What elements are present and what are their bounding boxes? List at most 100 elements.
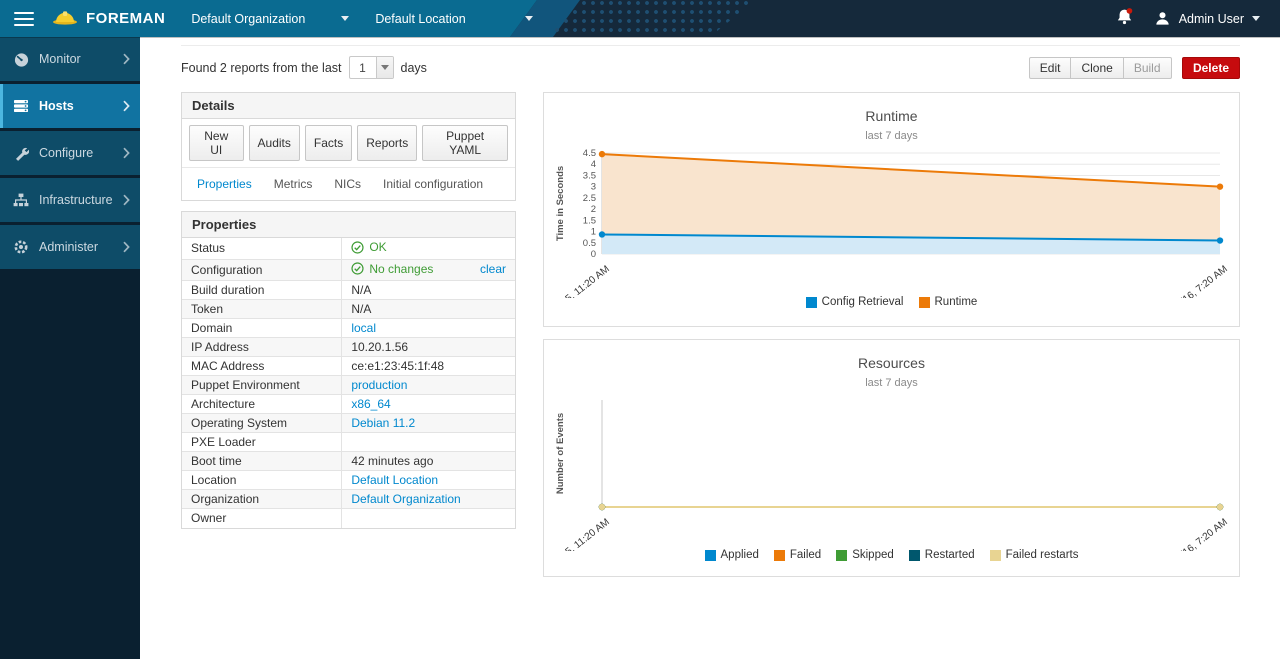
property-label: Puppet Environment <box>182 376 342 395</box>
legend-item-runtime[interactable]: Runtime <box>919 296 978 308</box>
legend-label: Restarted <box>925 549 975 561</box>
wrench-icon <box>13 146 30 161</box>
property-value-link[interactable]: local <box>351 321 376 335</box>
property-label: Domain <box>182 319 342 338</box>
property-row: Boot time42 minutes ago <box>182 452 515 471</box>
status-text: OK <box>369 240 386 254</box>
property-value-link[interactable]: Debian 11.2 <box>351 416 415 430</box>
properties-panel-title: Properties <box>182 212 515 238</box>
days-select[interactable]: 1 <box>349 56 394 79</box>
check-circle-icon <box>351 262 364 275</box>
property-value: Default Location <box>342 471 515 490</box>
details-button-puppet-yaml[interactable]: Puppet YAML <box>422 125 508 161</box>
property-row: IP Address10.20.1.56 <box>182 338 515 357</box>
legend-swatch <box>919 297 930 308</box>
property-value-link[interactable]: production <box>351 378 407 392</box>
property-row: Operating System Debian 11.2 <box>182 414 515 433</box>
sidebar-item-label: Configure <box>39 146 93 160</box>
sidebar-item-configure[interactable]: Configure <box>0 131 140 175</box>
org-selector-label: Default Organization <box>191 12 305 26</box>
legend-item-failed[interactable]: Failed <box>774 549 821 561</box>
details-button-reports[interactable]: Reports <box>357 125 417 161</box>
property-value <box>342 433 515 452</box>
sidebar-item-hosts[interactable]: Hosts <box>0 84 140 128</box>
edit-button[interactable]: Edit <box>1029 57 1072 79</box>
property-value: Default Organization <box>342 490 515 509</box>
properties-panel: Properties Status OK ConfigurationNo chang… <box>181 211 516 529</box>
chart-title: Resources <box>544 355 1239 371</box>
property-row: Location Default Location <box>182 471 515 490</box>
legend-label: Config Retrieval <box>822 296 904 308</box>
report-summary: Found 2 reports from the last 1 days <box>181 56 427 79</box>
property-value: ce:e1:23:45:1f:48 <box>342 357 515 376</box>
svg-text:3: 3 <box>590 182 595 193</box>
property-label: Status <box>182 238 342 259</box>
property-value: Debian 11.2 <box>342 414 515 433</box>
tab-metrics[interactable]: Metrics <box>263 168 324 200</box>
legend-item-restarted[interactable]: Restarted <box>909 549 975 561</box>
chevron-down-icon <box>341 16 349 21</box>
property-value-link[interactable]: x86_64 <box>351 397 390 411</box>
property-label: Configuration <box>182 259 342 281</box>
details-button-facts[interactable]: Facts <box>305 125 352 161</box>
property-label: Owner <box>182 509 342 528</box>
chevron-right-icon <box>123 100 130 112</box>
chart-subtitle: last 7 days <box>544 377 1239 389</box>
tab-properties[interactable]: Properties <box>186 168 263 200</box>
property-row: ConfigurationNo changesclear <box>182 259 515 281</box>
tab-initial-configuration[interactable]: Initial configuration <box>372 168 494 200</box>
resources-chart-panel: Resources last 7 days Number of Events11… <box>543 339 1240 577</box>
chart-title: Runtime <box>544 108 1239 124</box>
properties-table: Status OK ConfigurationNo changesclearBuil… <box>182 238 515 528</box>
report-summary-suffix: days <box>401 61 427 75</box>
chevron-down-icon <box>1252 16 1260 21</box>
property-value-link[interactable]: Default Location <box>351 473 438 487</box>
days-select-value: 1 <box>350 57 376 78</box>
property-value: No changesclear <box>342 259 515 281</box>
svg-text:11/25, 11:20 AM: 11/25, 11:20 AM <box>552 517 612 551</box>
property-value: x86_64 <box>342 395 515 414</box>
svg-text:1.5: 1.5 <box>582 215 595 226</box>
property-label: Operating System <box>182 414 342 433</box>
property-label: Architecture <box>182 395 342 414</box>
check-circle-icon <box>351 241 364 254</box>
property-value-link[interactable]: Default Organization <box>351 492 460 506</box>
sidebar-item-infrastructure[interactable]: Infrastructure <box>0 178 140 222</box>
user-menu[interactable]: Admin User <box>1154 10 1260 27</box>
property-label: IP Address <box>182 338 342 357</box>
tab-nics[interactable]: NICs <box>323 168 372 200</box>
details-button-new-ui[interactable]: New UI <box>189 125 244 161</box>
svg-text:2: 2 <box>590 204 595 215</box>
svg-text:12/16, 7:20 AM: 12/16, 7:20 AM <box>1170 517 1230 551</box>
foreman-brand: FOREMAN <box>52 8 165 30</box>
legend-item-config-retrieval[interactable]: Config Retrieval <box>806 296 904 308</box>
property-label: Location <box>182 471 342 490</box>
property-row: Build durationN/A <box>182 281 515 300</box>
legend-item-skipped[interactable]: Skipped <box>836 549 894 561</box>
property-label: MAC Address <box>182 357 342 376</box>
report-summary-prefix: Found 2 reports from the last <box>181 61 342 75</box>
details-button-audits[interactable]: Audits <box>249 125 300 161</box>
sidebar-item-label: Monitor <box>39 52 81 66</box>
sidebar-item-monitor[interactable]: Monitor <box>0 37 140 81</box>
runtime-chart: 00.511.522.533.544.5Time in Seconds11/25… <box>552 146 1232 298</box>
clone-button[interactable]: Clone <box>1070 57 1123 79</box>
clear-link[interactable]: clear <box>480 262 506 276</box>
org-selector[interactable]: Default Organization <box>191 12 349 26</box>
sidebar-item-administer[interactable]: Administer <box>0 225 140 269</box>
menu-toggle-button[interactable] <box>14 8 34 30</box>
legend-item-applied[interactable]: Applied <box>705 549 759 561</box>
svg-text:11/25, 11:20 AM: 11/25, 11:20 AM <box>552 264 612 298</box>
location-selector[interactable]: Default Location <box>375 12 533 26</box>
chevron-right-icon <box>123 194 130 206</box>
delete-button[interactable]: Delete <box>1182 57 1240 79</box>
notifications-button[interactable] <box>1115 7 1134 30</box>
legend-item-failed-restarts[interactable]: Failed restarts <box>990 549 1079 561</box>
legend-label: Failed restarts <box>1006 549 1079 561</box>
sidebar-item-label: Infrastructure <box>39 193 113 207</box>
legend-label: Skipped <box>852 549 894 561</box>
property-value: 10.20.1.56 <box>342 338 515 357</box>
resources-chart-legend: Applied Failed Skipped Restarted Failed rest… <box>544 549 1239 561</box>
legend-swatch <box>990 550 1001 561</box>
property-row: Architecture x86_64 <box>182 395 515 414</box>
